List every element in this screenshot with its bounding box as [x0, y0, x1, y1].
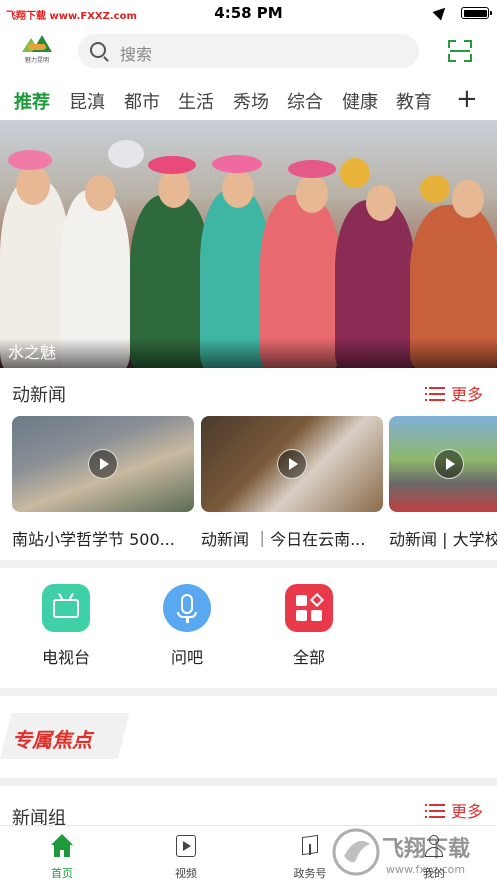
watermark-logo: 飞翔下载 www.fxxz.com	[332, 828, 470, 876]
tab-home[interactable]: 首页	[32, 834, 92, 881]
more-label: 更多	[451, 385, 484, 404]
banner-flower	[8, 150, 52, 170]
focus-title[interactable]: 专属焦点	[12, 724, 92, 753]
search-bar[interactable]: 搜索	[78, 34, 419, 68]
apps-grid-icon	[285, 584, 333, 632]
play-icon	[88, 449, 118, 479]
app-logo[interactable]: 魅力昆明	[18, 32, 56, 64]
tab-recommend[interactable]: 推荐	[14, 88, 50, 114]
video-title[interactable]: 动新闻 ｜今日在云南...	[201, 526, 381, 550]
hero-banner[interactable]: 水之魅	[0, 120, 497, 368]
banner-face	[296, 175, 328, 213]
top-header: 魅力昆明 搜索	[0, 26, 497, 76]
scan-icon[interactable]	[448, 40, 472, 62]
banner-face	[452, 180, 484, 218]
channel-tabs: 推荐 昆滇 都市 生活 秀场 综合 健康 教育 +	[0, 84, 497, 118]
banner-face	[366, 185, 396, 221]
section-divider	[0, 560, 497, 568]
search-icon	[90, 42, 106, 58]
tab-label: 首页	[51, 867, 73, 880]
watermark-url: www.fxxz.com	[386, 863, 465, 876]
more-label: 更多	[451, 802, 484, 821]
video-icon	[174, 834, 198, 858]
banner-bowl	[340, 158, 370, 188]
logo-sun	[28, 44, 46, 50]
list-icon	[425, 804, 445, 818]
tab-city[interactable]: 都市	[124, 88, 160, 114]
banner-caption: 水之魅	[8, 343, 57, 362]
banner-face	[158, 170, 190, 208]
banner-bowl	[108, 140, 144, 168]
battery-icon	[461, 7, 492, 19]
tv-icon	[42, 584, 90, 632]
microphone-icon	[163, 584, 211, 632]
video-title[interactable]: 动新闻 | 大学校	[389, 526, 497, 550]
video-card[interactable]	[12, 416, 194, 512]
play-icon	[434, 449, 464, 479]
tab-kundian[interactable]: 昆滇	[69, 88, 105, 114]
banner-flower	[148, 156, 196, 174]
news-more-button[interactable]: 更多	[425, 381, 483, 405]
clock: 4:58 PM	[214, 4, 283, 22]
play-icon	[277, 449, 307, 479]
banner-flower	[212, 155, 262, 173]
tab-health[interactable]: 健康	[342, 88, 378, 114]
home-icon	[50, 834, 74, 858]
tab-education[interactable]: 教育	[396, 88, 432, 114]
banner-bowl	[420, 175, 450, 203]
tab-video[interactable]: 视频	[156, 834, 216, 881]
banner-face	[85, 175, 115, 211]
entry-ask[interactable]: 问吧	[157, 584, 217, 668]
banner-caption-bar: 水之魅	[0, 338, 497, 368]
search-placeholder: 搜索	[120, 45, 153, 64]
logo-text: 魅力昆明	[24, 57, 49, 64]
tab-show[interactable]: 秀场	[233, 88, 269, 114]
entry-label: 全部	[292, 648, 325, 667]
tab-life[interactable]: 生活	[178, 88, 214, 114]
video-card[interactable]	[201, 416, 383, 512]
banner-face	[222, 170, 254, 208]
entry-label: 问吧	[170, 648, 203, 667]
watermark-title: 飞翔下载	[382, 836, 470, 862]
banner-face	[16, 165, 50, 205]
tab-label: 视频	[175, 867, 197, 880]
add-channel-button[interactable]: +	[456, 84, 478, 114]
section-divider	[0, 688, 497, 696]
video-card[interactable]	[389, 416, 497, 512]
status-bar: 飞翔下载 www.FXXZ.com 4:58 PM	[0, 0, 497, 26]
news-section-title: 动新闻	[12, 385, 66, 406]
video-title[interactable]: 南站小学哲学节 500...	[12, 526, 192, 550]
cube-icon	[298, 834, 322, 858]
entry-label: 电视台	[41, 648, 90, 667]
entry-all[interactable]: 全部	[279, 584, 339, 668]
tab-general[interactable]: 综合	[287, 88, 323, 114]
app-screen: 飞翔下载 www.FXXZ.com 4:58 PM 魅力昆明 搜索 推荐 昆滇 …	[0, 0, 497, 883]
list-icon	[425, 387, 445, 401]
banner-flower	[288, 160, 336, 178]
entry-tv[interactable]: 电视台	[36, 584, 96, 668]
group-more-button[interactable]: 更多	[425, 798, 483, 822]
section-divider	[0, 778, 497, 786]
